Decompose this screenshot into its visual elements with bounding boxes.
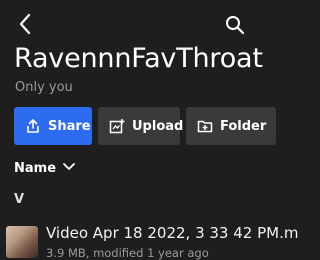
upload-icon xyxy=(109,118,125,134)
new-folder-button[interactable]: Folder xyxy=(186,107,276,145)
share-button[interactable]: Share xyxy=(14,107,92,145)
chevron-left-icon xyxy=(18,13,32,39)
upload-button[interactable]: Upload xyxy=(98,107,184,145)
video-thumbnail xyxy=(6,226,38,258)
section-header: V xyxy=(14,192,25,207)
share-icon xyxy=(25,118,41,134)
sort-label: Name xyxy=(14,161,57,176)
search-button[interactable] xyxy=(222,14,248,40)
folder-title: RavennnFavThroat xyxy=(14,43,263,74)
file-meta: 3.9 MB, modified 1 year ago xyxy=(46,246,209,260)
chevron-down-icon xyxy=(56,161,76,176)
back-button[interactable] xyxy=(12,13,38,39)
folder-plus-icon xyxy=(197,118,213,134)
file-name: Video Apr 18 2022, 3 33 42 PM.m xyxy=(46,224,299,242)
folder-label: Folder xyxy=(220,118,267,134)
search-icon xyxy=(225,15,245,39)
share-label: Share xyxy=(48,118,91,134)
upload-label: Upload xyxy=(132,118,184,134)
sort-dropdown[interactable]: Name xyxy=(14,161,76,176)
sharing-status: Only you xyxy=(15,80,73,95)
